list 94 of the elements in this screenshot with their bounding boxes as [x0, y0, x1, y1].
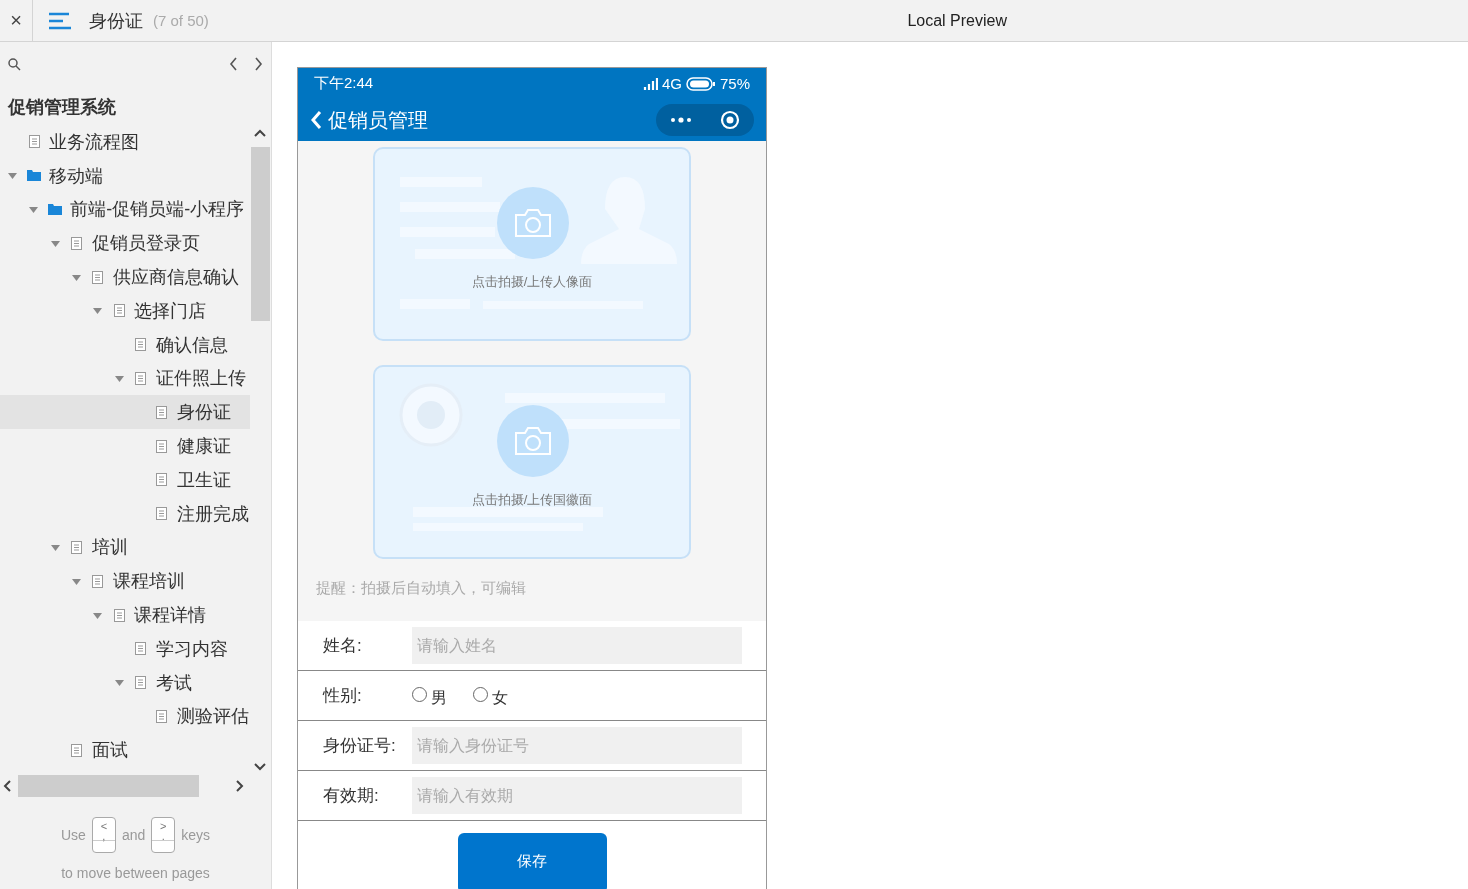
page-icon [92, 270, 104, 284]
folder-icon [48, 204, 63, 215]
tree-item[interactable]: 课程详情 [0, 598, 251, 632]
hint-text: Use [60, 827, 86, 843]
caret-icon[interactable] [50, 542, 60, 552]
scroll-down-icon[interactable] [254, 763, 267, 771]
close-button[interactable]: × [0, 0, 33, 41]
radio-option[interactable]: 女 [473, 682, 508, 709]
network-type: 4G [661, 75, 682, 92]
page-icon [71, 743, 83, 757]
preview-title: Local Preview [907, 11, 1007, 30]
menu-icon[interactable] [49, 11, 71, 30]
radio-option[interactable]: 男 [412, 682, 447, 709]
save-button[interactable]: 保存 [457, 833, 607, 889]
battery-icon [685, 76, 716, 91]
status-time: 下午2:44 [314, 74, 374, 93]
tree-item[interactable]: 移动端 [0, 158, 251, 193]
page-icon [156, 507, 168, 521]
tree-item[interactable]: 供应商信息确认 [0, 260, 251, 294]
key-icon: < , [91, 817, 116, 853]
field-label: 性别: [323, 685, 363, 707]
scrollbar-thumb[interactable] [251, 147, 271, 321]
upload-caption: 点击拍摄/上传国徽面 [471, 491, 593, 509]
tree-item[interactable]: 健康证 [0, 429, 251, 463]
page-icon [135, 676, 146, 690]
input-field[interactable]: 请输入姓名 [412, 627, 742, 664]
page-icon [71, 540, 83, 554]
page-title: 身份证 [89, 9, 143, 33]
caret-icon[interactable] [71, 272, 81, 282]
page-icon [156, 709, 168, 723]
page-icon [113, 304, 125, 318]
tree-item[interactable]: 促销员登录页 [0, 226, 251, 261]
page-icon [71, 236, 83, 250]
input-field[interactable]: 请输入有效期 [412, 777, 742, 814]
nav-title: 促销员管理 [328, 107, 428, 133]
tree-item[interactable]: 卫生证 [0, 462, 251, 497]
id-card-upload[interactable]: 点击拍摄/上传人像面 [373, 147, 691, 341]
caret-icon[interactable] [8, 171, 17, 181]
tree-item[interactable]: 测验评估 [0, 699, 251, 734]
page-icon [28, 135, 40, 149]
tree-item[interactable]: 选择门店 [0, 294, 251, 328]
scroll-up-icon[interactable] [254, 129, 267, 137]
tree-item[interactable]: 课程培训 [0, 564, 251, 599]
page-count: (7 of 50) [153, 12, 209, 29]
project-title: 促销管理系统 [6, 96, 117, 119]
capsule-menu[interactable] [656, 104, 754, 136]
folder-icon [27, 170, 41, 182]
caret-icon[interactable] [93, 306, 103, 316]
page-icon [156, 473, 168, 487]
tree-item[interactable]: 面试 [0, 733, 251, 768]
id-card-upload[interactable]: 点击拍摄/上传国徽面 [373, 365, 691, 559]
tree-item[interactable]: 注册完成 [0, 496, 251, 531]
caret-icon[interactable] [93, 610, 103, 620]
upload-caption: 点击拍摄/上传人像面 [471, 273, 593, 291]
key-icon: > . [151, 817, 176, 853]
tree-item[interactable]: 培训 [0, 530, 251, 565]
previous-page-icon[interactable] [229, 57, 239, 71]
tree-item[interactable]: 确认信息 [0, 327, 251, 362]
tree-item[interactable]: 学习内容 [0, 631, 251, 666]
hint-text: to move between pages [61, 865, 210, 881]
field-label: 姓名: [323, 635, 363, 657]
tree-item[interactable]: 业务流程图 [0, 125, 251, 159]
page-icon [156, 405, 168, 419]
scroll-left-icon[interactable] [3, 780, 11, 792]
target-icon[interactable] [720, 110, 740, 130]
page-icon [156, 439, 168, 453]
signal-icon [641, 77, 658, 90]
scroll-right-icon[interactable] [236, 780, 244, 792]
tree-item[interactable]: 前端-促销员端-小程序 [0, 192, 251, 227]
next-page-icon[interactable] [253, 57, 263, 71]
search-icon[interactable] [8, 57, 21, 71]
page-icon [113, 608, 125, 622]
scrollbar-thumb[interactable] [18, 775, 199, 797]
hint-text: keys [181, 827, 211, 843]
input-field[interactable]: 请输入身份证号 [412, 727, 742, 764]
caret-icon[interactable] [114, 373, 124, 383]
more-icon[interactable] [670, 117, 692, 123]
page-icon [135, 371, 146, 385]
caret-icon[interactable] [71, 576, 81, 586]
caret-icon[interactable] [114, 678, 124, 688]
back-icon[interactable] [310, 110, 322, 130]
page-icon [92, 574, 104, 588]
caret-icon[interactable] [29, 205, 39, 214]
field-label: 身份证号: [323, 735, 397, 757]
tree-item[interactable]: 考试 [0, 665, 251, 700]
hint-text: and [121, 827, 146, 843]
tree-item[interactable]: 证件照上传 [0, 361, 251, 396]
page-icon [135, 338, 146, 352]
tree-item[interactable]: 身份证 [0, 395, 251, 430]
field-label: 有效期: [323, 785, 380, 807]
notice-text: 提醒：拍摄后自动填入，可编辑 [316, 579, 526, 598]
page-icon [135, 642, 146, 656]
caret-icon[interactable] [50, 238, 60, 248]
battery-level: 75% [719, 75, 750, 92]
